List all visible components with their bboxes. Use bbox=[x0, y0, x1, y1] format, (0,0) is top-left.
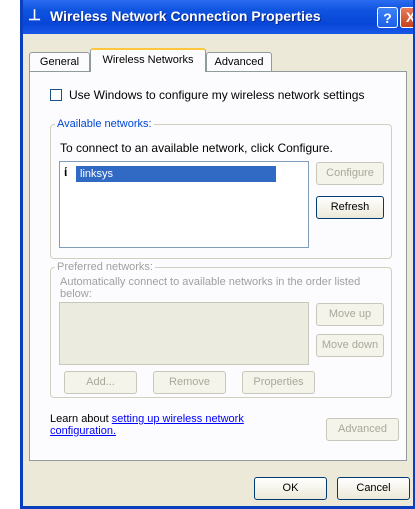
available-networks-title: Available networks: bbox=[55, 118, 154, 130]
tab-advanced[interactable]: Advanced bbox=[206, 52, 272, 71]
help-button[interactable]: ? bbox=[377, 7, 398, 28]
learn-prefix: Learn about bbox=[50, 413, 112, 425]
preferred-networks-title: Preferred networks: bbox=[55, 261, 155, 273]
ok-button[interactable]: OK bbox=[254, 477, 327, 500]
close-button[interactable]: X bbox=[400, 7, 413, 28]
properties-dialog: ⊥ Wireless Network Connection Properties… bbox=[20, 0, 415, 509]
window-title: Wireless Network Connection Properties bbox=[50, 8, 321, 24]
cancel-button[interactable]: Cancel bbox=[337, 477, 410, 500]
tab-general[interactable]: General bbox=[29, 52, 90, 71]
tab-wireless-networks[interactable]: Wireless Networks bbox=[90, 48, 206, 72]
preferred-networks-description: Automatically connect to available netwo… bbox=[60, 276, 361, 300]
network-name: linksys bbox=[80, 168, 114, 180]
learn-about-text: Learn about setting up wireless network … bbox=[50, 413, 270, 437]
refresh-button[interactable]: Refresh bbox=[316, 196, 384, 219]
move-up-button[interactable]: Move up bbox=[316, 303, 384, 326]
configure-button[interactable]: Configure bbox=[316, 162, 384, 185]
use-windows-checkbox[interactable] bbox=[50, 89, 62, 101]
add-button[interactable]: Add... bbox=[64, 371, 137, 394]
title-bar[interactable]: ⊥ Wireless Network Connection Properties… bbox=[23, 0, 413, 34]
move-down-button[interactable]: Move down bbox=[316, 334, 384, 357]
network-connection-icon: ⊥ bbox=[28, 7, 42, 24]
advanced-button[interactable]: Advanced bbox=[326, 418, 399, 441]
network-item-linksys[interactable]: linksys bbox=[76, 166, 276, 182]
use-windows-label: Use Windows to configure my wireless net… bbox=[69, 88, 365, 102]
available-networks-description: To connect to an available network, clic… bbox=[60, 141, 333, 155]
antenna-icon: ί bbox=[64, 165, 68, 179]
available-networks-list[interactable]: linksys ί bbox=[59, 161, 309, 248]
remove-button[interactable]: Remove bbox=[153, 371, 226, 394]
properties-button[interactable]: Properties bbox=[242, 371, 315, 394]
preferred-networks-list[interactable] bbox=[59, 302, 309, 365]
